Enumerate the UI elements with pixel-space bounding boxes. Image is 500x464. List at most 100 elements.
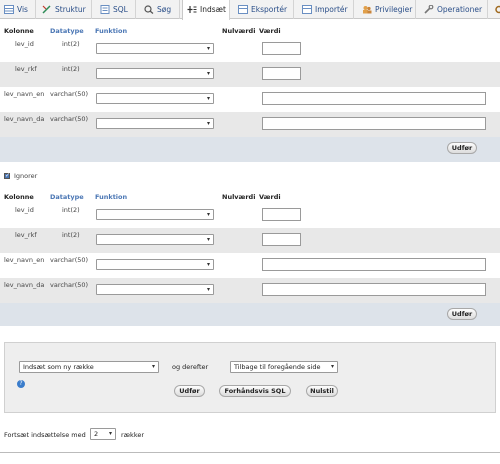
reset-button[interactable]: Nulstil [306, 385, 338, 397]
submit-button[interactable]: Udfør [447, 308, 477, 320]
table-row: lev_navn_en varchar(50) [0, 87, 500, 112]
import-icon [302, 2, 312, 14]
tab-label: Struktur [55, 5, 86, 14]
value-input[interactable] [262, 258, 486, 271]
column-name: lev_navn_en [4, 256, 45, 264]
value-input[interactable] [262, 67, 301, 80]
function-select[interactable] [96, 234, 214, 245]
column-name: lev_rkf [15, 231, 37, 239]
tab-struktur[interactable]: Struktur [38, 0, 92, 19]
column-type: int(2) [62, 40, 80, 48]
tab-label: Eksportér [251, 5, 288, 14]
tab-vis[interactable]: Vis [0, 0, 36, 19]
continue-insert-label: Fortsæt indsættelse med [4, 431, 86, 439]
sql-icon [100, 2, 110, 14]
tab-sql[interactable]: SQL [96, 0, 136, 19]
table-icon [4, 2, 14, 14]
tab-privilegier[interactable]: Privilegier [358, 0, 416, 19]
structure-icon [42, 2, 52, 14]
submit-button[interactable]: Udfør [447, 142, 477, 154]
value-input[interactable] [262, 283, 486, 296]
insert-form-2: Kolonne Datatype Funktion Nulværdi Værdi… [0, 192, 500, 326]
table-header: Kolonne Datatype Funktion Nulværdi Værdi [0, 26, 500, 36]
col-header-funktion: Funktion [95, 27, 128, 35]
function-select[interactable] [96, 93, 214, 104]
column-name: lev_id [15, 40, 34, 48]
column-name: lev_id [15, 206, 34, 214]
insert-form-1: Kolonne Datatype Funktion Nulværdi Værdi… [0, 26, 500, 162]
insert-options-panel: Indsæt som ny række og derefter Tilbage … [4, 342, 496, 413]
col-header-nulvaerdi: Nulværdi [222, 27, 256, 35]
rows-label: rækker [121, 431, 145, 439]
tab-bar: Vis Struktur SQL Søg Indsæt Eksportér Im… [0, 0, 500, 20]
tab-label: Søg [157, 5, 172, 14]
tab-label: Operationer [437, 5, 483, 14]
col-header-vaerdi: Værdi [259, 27, 281, 35]
function-select[interactable] [96, 118, 214, 129]
col-header-vaerdi: Værdi [259, 193, 281, 201]
function-select[interactable] [96, 259, 214, 270]
tab-importer[interactable]: Importér [298, 0, 354, 19]
column-type: varchar(50) [50, 115, 89, 123]
and-then-label: og derefter [172, 363, 209, 371]
submit-button[interactable]: Udfør [174, 385, 205, 397]
function-select[interactable] [96, 209, 214, 220]
after-insert-select[interactable]: Tilbage til foregående side [230, 361, 338, 373]
tab-label: Vis [17, 5, 28, 14]
search-icon [144, 2, 154, 14]
column-type: int(2) [62, 231, 80, 239]
ignore-checkbox[interactable] [4, 172, 10, 179]
gear-icon [494, 2, 500, 14]
function-select[interactable] [96, 68, 214, 79]
export-icon [238, 2, 248, 14]
col-header-datatype: Datatype [50, 193, 84, 201]
value-input[interactable] [262, 208, 301, 221]
tab-operationer[interactable]: Operationer [420, 0, 488, 19]
col-header-kolonne: Kolonne [4, 193, 34, 201]
col-header-nulvaerdi: Nulværdi [222, 193, 256, 201]
column-type: int(2) [62, 206, 80, 214]
ignore-label: Ignorer [14, 172, 38, 180]
table-row: lev_id int(2) [0, 37, 500, 62]
privileges-icon [362, 2, 372, 14]
form-footer: Udfør [0, 303, 500, 326]
function-select[interactable] [96, 43, 214, 54]
row-count-select[interactable]: 2 [90, 428, 116, 440]
table-row: lev_rkf int(2) [0, 228, 500, 253]
col-header-kolonne: Kolonne [4, 27, 34, 35]
after-insert-value: Tilbage til foregående side [234, 363, 321, 371]
table-row: lev_navn_da varchar(50) [0, 112, 500, 137]
insert-mode-select[interactable]: Indsæt som ny række [19, 361, 159, 373]
help-icon[interactable]: ? [17, 380, 25, 388]
column-type: varchar(50) [50, 90, 89, 98]
tab-sog[interactable]: Søg [140, 0, 180, 19]
insert-icon [187, 2, 197, 13]
form-footer: Udfør [0, 137, 500, 162]
column-type: varchar(50) [50, 281, 89, 289]
tab-more[interactable] [490, 0, 500, 19]
column-type: int(2) [62, 65, 80, 73]
tab-eksporter[interactable]: Eksportér [234, 0, 294, 19]
preview-sql-button[interactable]: Forhåndsvis SQL [219, 385, 291, 397]
table-row: lev_id int(2) [0, 203, 500, 228]
divider [0, 452, 500, 453]
tab-indsaet[interactable]: Indsæt [182, 0, 230, 20]
value-input[interactable] [262, 117, 486, 130]
column-name: lev_rkf [15, 65, 37, 73]
tab-label: Indsæt [200, 5, 226, 14]
value-input[interactable] [262, 42, 301, 55]
table-header: Kolonne Datatype Funktion Nulværdi Værdi [0, 192, 500, 202]
table-row: lev_navn_da varchar(50) [0, 278, 500, 303]
value-input[interactable] [262, 92, 486, 105]
column-name: lev_navn_da [4, 281, 45, 289]
operations-icon [424, 2, 434, 14]
value-input[interactable] [262, 233, 301, 246]
table-row: lev_navn_en varchar(50) [0, 253, 500, 278]
column-name: lev_navn_en [4, 90, 45, 98]
column-name: lev_navn_da [4, 115, 45, 123]
function-select[interactable] [96, 284, 214, 295]
insert-mode-value: Indsæt som ny række [23, 363, 94, 371]
tab-label: Privilegier [375, 5, 413, 14]
column-type: varchar(50) [50, 256, 89, 264]
row-count-value: 2 [94, 430, 99, 438]
